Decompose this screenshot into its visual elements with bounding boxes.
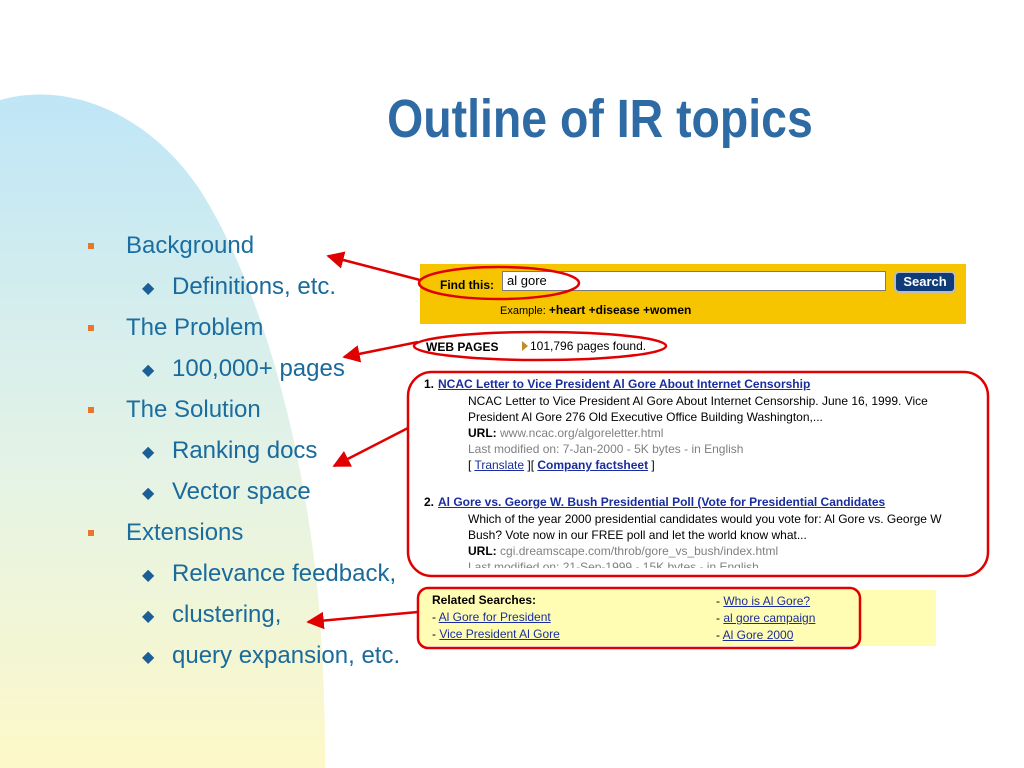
arrow-icon	[342, 340, 419, 363]
annotation-overlay	[306, 251, 990, 650]
arrow-icon	[332, 426, 409, 468]
annotation-box	[406, 370, 990, 578]
annotation-ellipse	[417, 265, 581, 301]
annotation-ellipse	[412, 330, 668, 362]
annotation-box	[416, 586, 862, 650]
arrow-icon	[326, 251, 421, 282]
arrow-icon	[306, 610, 419, 630]
